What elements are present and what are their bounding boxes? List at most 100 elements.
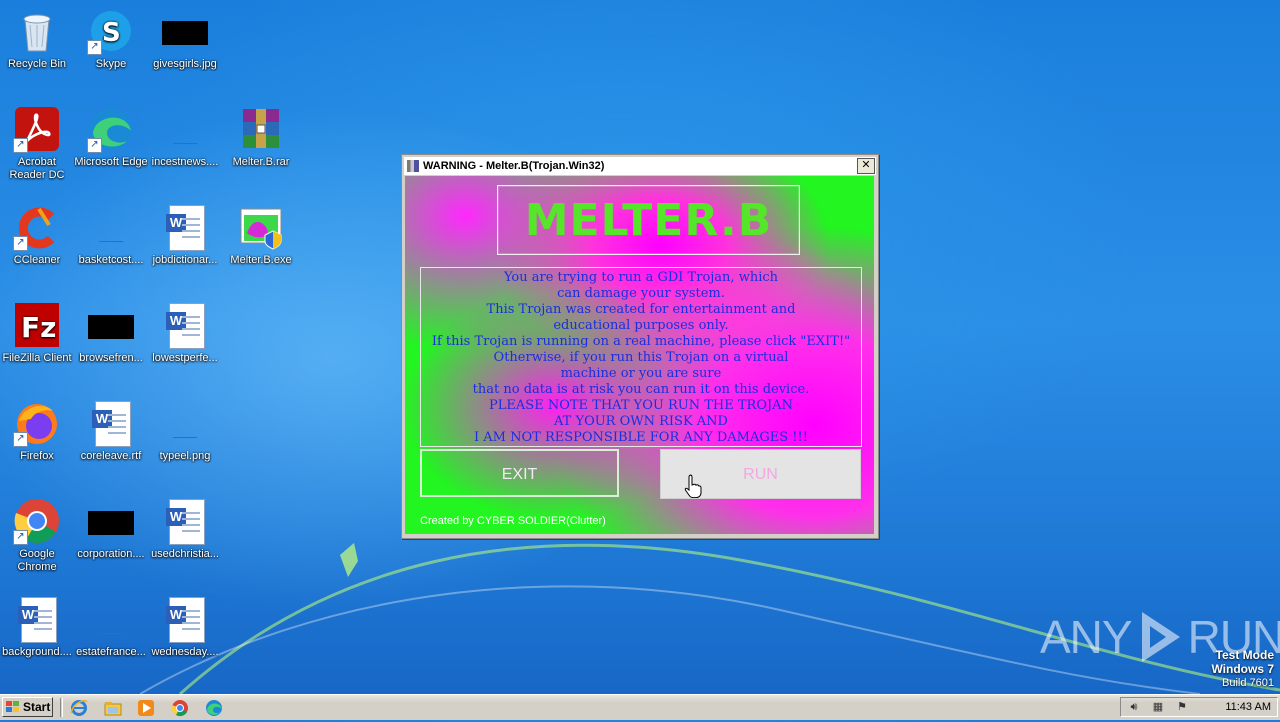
- message-line: can damage your system.: [557, 286, 725, 301]
- filezilla-desktop-icon[interactable]: Fz FileZilla Client: [0, 301, 74, 365]
- test-mode-line: Test Mode: [1215, 648, 1274, 662]
- desktop-icon-label: jobdictionar...: [152, 254, 218, 266]
- play-icon: [1141, 612, 1180, 662]
- firefox-desktop-icon[interactable]: ↗ Firefox: [0, 399, 74, 463]
- chrome-desktop-icon[interactable]: ↗ Google Chrome: [0, 497, 74, 574]
- os-name-line: Windows 7: [1211, 662, 1274, 676]
- basketcost-desktop-icon[interactable]: basketcost....: [74, 203, 148, 267]
- word-document-icon: W: [87, 399, 135, 447]
- acrobat-icon: ↗: [13, 105, 61, 153]
- background-doc-desktop-icon[interactable]: W background....: [0, 595, 74, 659]
- message-line: If this Trojan is running on a real mach…: [431, 334, 851, 349]
- close-button[interactable]: ✕: [857, 158, 875, 174]
- edge-icon: ↗: [87, 105, 135, 153]
- desktop-icon-label: lowestperfe...: [152, 352, 218, 364]
- media-player-icon[interactable]: [137, 699, 155, 717]
- blank-file-icon: [87, 203, 135, 251]
- melter-exe-desktop-icon[interactable]: Melter.B.exe: [224, 203, 298, 267]
- recycle-bin-desktop-icon[interactable]: Recycle Bin: [0, 7, 74, 71]
- desktop-icon-label: givesgirls.jpg: [153, 58, 217, 70]
- desktop-icon-label: Melter.B.exe: [230, 254, 292, 266]
- shortcut-arrow-icon: ↗: [13, 530, 28, 545]
- svg-text:Fz: Fz: [21, 311, 56, 344]
- coreleave-desktop-icon[interactable]: W coreleave.rtf: [74, 399, 148, 463]
- skype-desktop-icon[interactable]: S ↗ Skype: [74, 7, 148, 71]
- app-window-icon: [407, 160, 419, 172]
- dialog-titlebar[interactable]: WARNING - Melter.B(Trojan.Win32) ✕: [404, 157, 876, 175]
- desktop-icon-label: CCleaner: [13, 254, 61, 266]
- edge-icon[interactable]: [205, 699, 223, 717]
- incestnews-desktop-icon[interactable]: incestnews....: [148, 105, 222, 169]
- desktop-icon-label: coreleave.rtf: [80, 450, 142, 462]
- shortcut-arrow-icon: ↗: [13, 236, 28, 251]
- message-line: educational purposes only.: [553, 318, 729, 333]
- message-line: I AM NOT RESPONSIBLE FOR ANY DAMAGES !!!: [474, 430, 808, 445]
- desktop-icon-label: typeel.png: [159, 450, 211, 462]
- image-thumbnail-icon: [87, 497, 135, 545]
- desktop-icon-label: background....: [2, 646, 72, 658]
- clock[interactable]: 11:43 AM: [1225, 701, 1271, 713]
- desktop-icon-label: Recycle Bin: [7, 58, 67, 70]
- wednesday-desktop-icon[interactable]: W wednesday....: [148, 595, 222, 659]
- jobdictionar-desktop-icon[interactable]: W jobdictionar...: [148, 203, 222, 267]
- blank-file-icon: [87, 595, 135, 643]
- desktop-icon-label: Acrobat Reader DC: [9, 156, 65, 181]
- svg-text:S: S: [102, 18, 121, 48]
- warning-dialog: WARNING - Melter.B(Trojan.Win32) ✕ MELTE…: [401, 154, 879, 539]
- watermark-left-text: ANY: [1040, 611, 1133, 663]
- desktop-icon-label: Microsoft Edge: [74, 156, 148, 168]
- blank-file-icon: [161, 105, 209, 153]
- recycle-bin-icon: [13, 7, 61, 55]
- start-label: Start: [23, 700, 51, 714]
- word-document-icon: W: [161, 301, 209, 349]
- corporation-desktop-icon[interactable]: corporation....: [74, 497, 148, 561]
- lowestperfe-desktop-icon[interactable]: W lowestperfe...: [148, 301, 222, 365]
- melter-exe-icon: [237, 203, 285, 251]
- desktop-icon-label: basketcost....: [78, 254, 144, 266]
- winrar-archive-icon: [237, 105, 285, 153]
- desktop-icon-label: usedchristia...: [151, 548, 219, 560]
- message-line: that no data is at risk you can run it o…: [472, 382, 810, 397]
- givesgirls-desktop-icon[interactable]: givesgirls.jpg: [148, 7, 222, 71]
- action-center-flag-icon[interactable]: ⚑: [1175, 701, 1189, 714]
- firefox-icon: ↗: [13, 399, 61, 447]
- image-thumbnail-icon: [87, 301, 135, 349]
- dialog-title: WARNING - Melter.B(Trojan.Win32): [423, 160, 605, 172]
- network-icon[interactable]: ▦: [1151, 701, 1165, 714]
- ccleaner-desktop-icon[interactable]: ↗ CCleaner: [0, 203, 74, 267]
- build-line: Build 7601: [1222, 677, 1274, 689]
- exit-button[interactable]: EXIT: [420, 449, 619, 497]
- typeel-desktop-icon[interactable]: typeel.png: [148, 399, 222, 463]
- shortcut-arrow-icon: ↗: [13, 432, 28, 447]
- logo-text: MELTER.B: [524, 194, 773, 246]
- desktop-icon-label: estatefrance...: [76, 646, 146, 658]
- internet-explorer-icon[interactable]: [70, 699, 88, 717]
- volume-icon[interactable]: 🔊︎: [1127, 701, 1141, 714]
- usedchristia-desktop-icon[interactable]: W usedchristia...: [148, 497, 222, 561]
- desktop-icon-label: Skype: [95, 58, 127, 70]
- message-line: PLEASE NOTE THAT YOU RUN THE TROJAN: [489, 398, 793, 413]
- image-thumbnail-icon: [161, 7, 209, 55]
- taskbar: Start 🔊︎ ▦ ⚑ 11:43 AM: [0, 694, 1280, 720]
- estatefrance-desktop-icon[interactable]: estatefrance...: [74, 595, 148, 659]
- explorer-icon[interactable]: [104, 699, 122, 717]
- chrome-icon: ↗: [13, 497, 61, 545]
- shortcut-arrow-icon: ↗: [87, 138, 102, 153]
- warning-message-box: You are trying to run a GDI Trojan, whic…: [420, 267, 862, 447]
- skype-icon: S ↗: [87, 7, 135, 55]
- edge-desktop-icon[interactable]: ↗ Microsoft Edge: [74, 105, 148, 169]
- word-document-icon: W: [161, 595, 209, 643]
- desktop-icon-label: corporation....: [77, 548, 145, 560]
- message-line: AT YOUR OWN RISK AND: [554, 414, 728, 429]
- word-document-icon: W: [161, 497, 209, 545]
- chrome-icon[interactable]: [171, 699, 189, 717]
- browsefren-desktop-icon[interactable]: browsefren...: [74, 301, 148, 365]
- message-line: You are trying to run a GDI Trojan, whic…: [503, 270, 778, 285]
- desktop-icon-label: wednesday....: [151, 646, 219, 658]
- acrobat-desktop-icon[interactable]: ↗ Acrobat Reader DC: [0, 105, 74, 182]
- melter-rar-desktop-icon[interactable]: Melter.B.rar: [224, 105, 298, 169]
- test-mode-notice: Test Mode Windows 7 Build 7601: [1211, 648, 1274, 690]
- start-button[interactable]: Start: [2, 697, 53, 717]
- hand-cursor-icon: [684, 474, 702, 498]
- desktop-icon-label: Melter.B.rar: [232, 156, 290, 168]
